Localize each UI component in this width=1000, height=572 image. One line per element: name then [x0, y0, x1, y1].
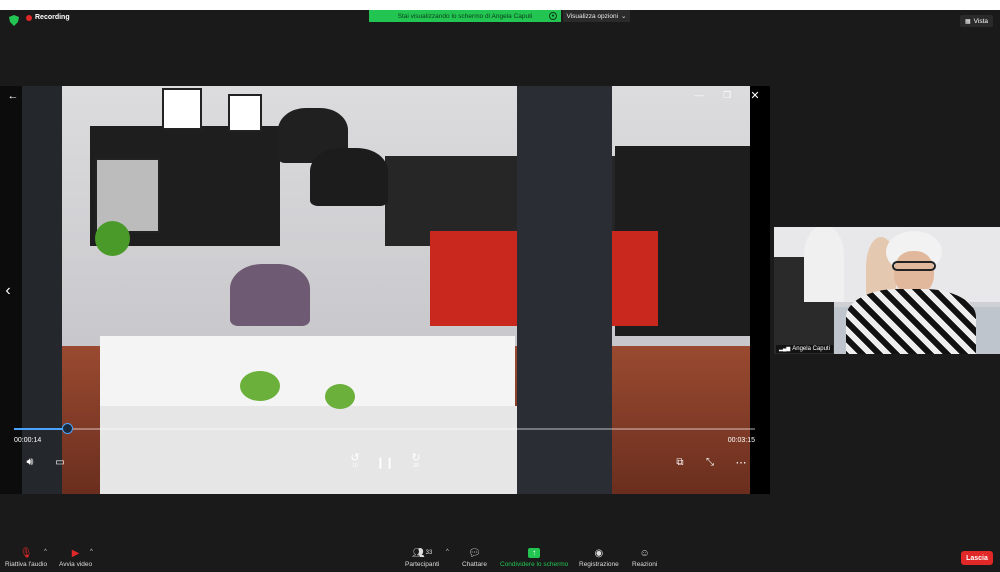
unmute-button[interactable]: 🎙︎ Riattiva l'audio	[5, 547, 48, 569]
record-button[interactable]: ◉ Registrazione	[579, 547, 619, 569]
pause-icon[interactable]: ❙❙	[376, 454, 394, 470]
leave-button[interactable]: Lascia	[961, 551, 993, 565]
seek-bar[interactable]	[14, 423, 755, 434]
view-button[interactable]: ▦ Vista	[959, 15, 993, 27]
mic-muted-icon: 🎙︎	[19, 547, 33, 559]
forward-seconds: 30	[413, 462, 419, 469]
prev-chevron-icon[interactable]: ‹	[0, 281, 16, 301]
more-icon[interactable]: ⋯	[732, 454, 750, 470]
recording-dot-icon	[26, 14, 32, 21]
signal-icon: ▂▄▆	[779, 346, 791, 352]
chat-icon: 💬︎	[468, 547, 481, 559]
minimize-icon[interactable]: —	[692, 88, 706, 102]
stop-share-icon[interactable]: ●	[549, 12, 557, 20]
view-options-dropdown[interactable]: Visualizza opzioni ⌄	[563, 10, 630, 22]
close-icon[interactable]: ✕	[748, 88, 762, 102]
start-video-button[interactable]: ▶︎ Avvia video	[59, 547, 93, 569]
grid-icon: ▦	[964, 18, 971, 25]
volume-icon[interactable]: 🔊︎	[22, 454, 38, 470]
share-screen-icon: ↑	[528, 547, 541, 559]
duration: 00:03:15	[727, 437, 755, 444]
shield-icon	[9, 15, 19, 26]
restore-icon[interactable]: ❐	[720, 88, 734, 102]
reactions-icon: ☺︎	[639, 547, 650, 559]
unmute-label: Riattiva l'audio	[5, 561, 48, 568]
video-options-caret[interactable]: ^	[90, 549, 93, 555]
subtitles-icon[interactable]: ▭	[52, 454, 68, 470]
forward-icon: ↻	[411, 451, 421, 464]
chevron-down-icon: ⌄	[621, 13, 627, 20]
record-icon: ◉	[594, 547, 604, 559]
share-banner: Stai visualizzando lo schermo di Angela …	[369, 10, 561, 22]
participants-button[interactable]: 👥︎ 33 Partecipanti	[405, 547, 440, 569]
reactions-button[interactable]: ☺︎ Reazioni	[632, 547, 658, 569]
chat-label: Chattare	[462, 561, 487, 568]
video-frame	[0, 86, 770, 494]
audio-options-caret[interactable]: ^	[44, 549, 47, 555]
system-top-bar	[0, 0, 1000, 10]
current-time: 00:00:14	[14, 437, 42, 444]
share-banner-text: Stai visualizzando lo schermo di Angela …	[397, 12, 533, 20]
chat-button[interactable]: 💬︎ Chattare	[462, 547, 487, 569]
video-off-icon: ▶︎	[71, 547, 80, 559]
forward-button[interactable]: ↻ 30	[406, 452, 426, 470]
participants-count: 33	[425, 550, 433, 556]
pip-icon[interactable]: ⧉	[672, 454, 688, 470]
participants-label: Partecipanti	[405, 561, 440, 568]
participant-name: Angela Caputi	[792, 346, 830, 352]
shared-video-window[interactable]: ← — ❐ ✕ ‹ 00:00:14 00:03:15 🔊︎ ▭ ↺ 10 ❙❙…	[0, 86, 770, 494]
participant-name-tag: ▂▄▆ Angela Caputi	[776, 345, 833, 353]
participant-video-tile[interactable]: ▂▄▆ Angela Caputi	[774, 227, 1000, 354]
participant-glasses	[892, 261, 936, 271]
record-label: Registrazione	[579, 561, 619, 568]
back-arrow-icon[interactable]: ←	[6, 90, 20, 102]
seek-bar-thumb[interactable]	[61, 423, 73, 434]
participant-body	[846, 289, 976, 354]
share-screen-button[interactable]: ↑ Condividere lo schermo	[500, 547, 568, 568]
reactions-label: Reazioni	[632, 561, 658, 568]
start-video-label: Avvia video	[59, 561, 93, 568]
view-options-label: Visualizza opzioni	[566, 12, 619, 20]
share-screen-label: Condividere lo schermo	[500, 561, 569, 568]
view-button-label: Vista	[973, 17, 988, 25]
rewind-seconds: 10	[352, 462, 358, 469]
participants-icon: 👥︎	[411, 547, 425, 559]
participants-options-caret[interactable]: ^	[446, 549, 449, 555]
collapse-icon[interactable]: ⤡	[702, 454, 718, 470]
recording-indicator[interactable]: Recording	[26, 14, 70, 21]
rewind-button[interactable]: ↺ 10	[345, 452, 365, 470]
recording-label: Recording	[35, 14, 70, 21]
seek-bar-fill	[14, 428, 68, 430]
rewind-icon: ↺	[350, 451, 360, 464]
